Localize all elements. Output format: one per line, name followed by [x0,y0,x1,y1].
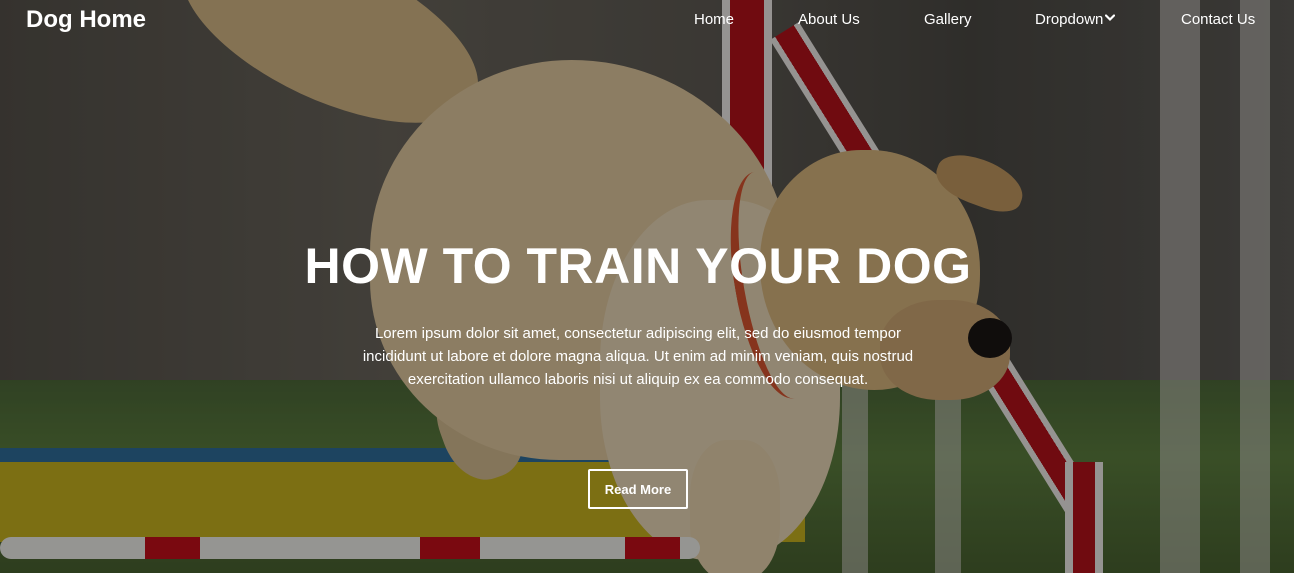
brand-logo-link[interactable]: Dog Home [26,6,146,34]
nav-link-home[interactable]: Home [694,11,734,29]
chevron-down-icon [1105,9,1116,27]
hero-content: HOW TO TRAIN YOUR DOG Lorem ipsum dolor … [0,0,1294,573]
hero-title: HOW TO TRAIN YOUR DOG [304,238,972,294]
nav-link-gallery[interactable]: Gallery [924,11,972,29]
hero-section: Dog Home Home About Us Gallery Dropdown … [0,0,1294,573]
navbar: Dog Home Home About Us Gallery Dropdown … [0,0,1294,40]
hero-description: Lorem ipsum dolor sit amet, consectetur … [362,325,914,388]
nav-link-about-us[interactable]: About Us [798,11,860,29]
nav-dropdown-label: Dropdown [1035,11,1104,28]
nav-link-contact-us[interactable]: Contact Us [1181,11,1255,29]
nav-dropdown-toggle[interactable]: Dropdown [1035,9,1116,29]
read-more-button[interactable]: Read More [588,469,688,509]
